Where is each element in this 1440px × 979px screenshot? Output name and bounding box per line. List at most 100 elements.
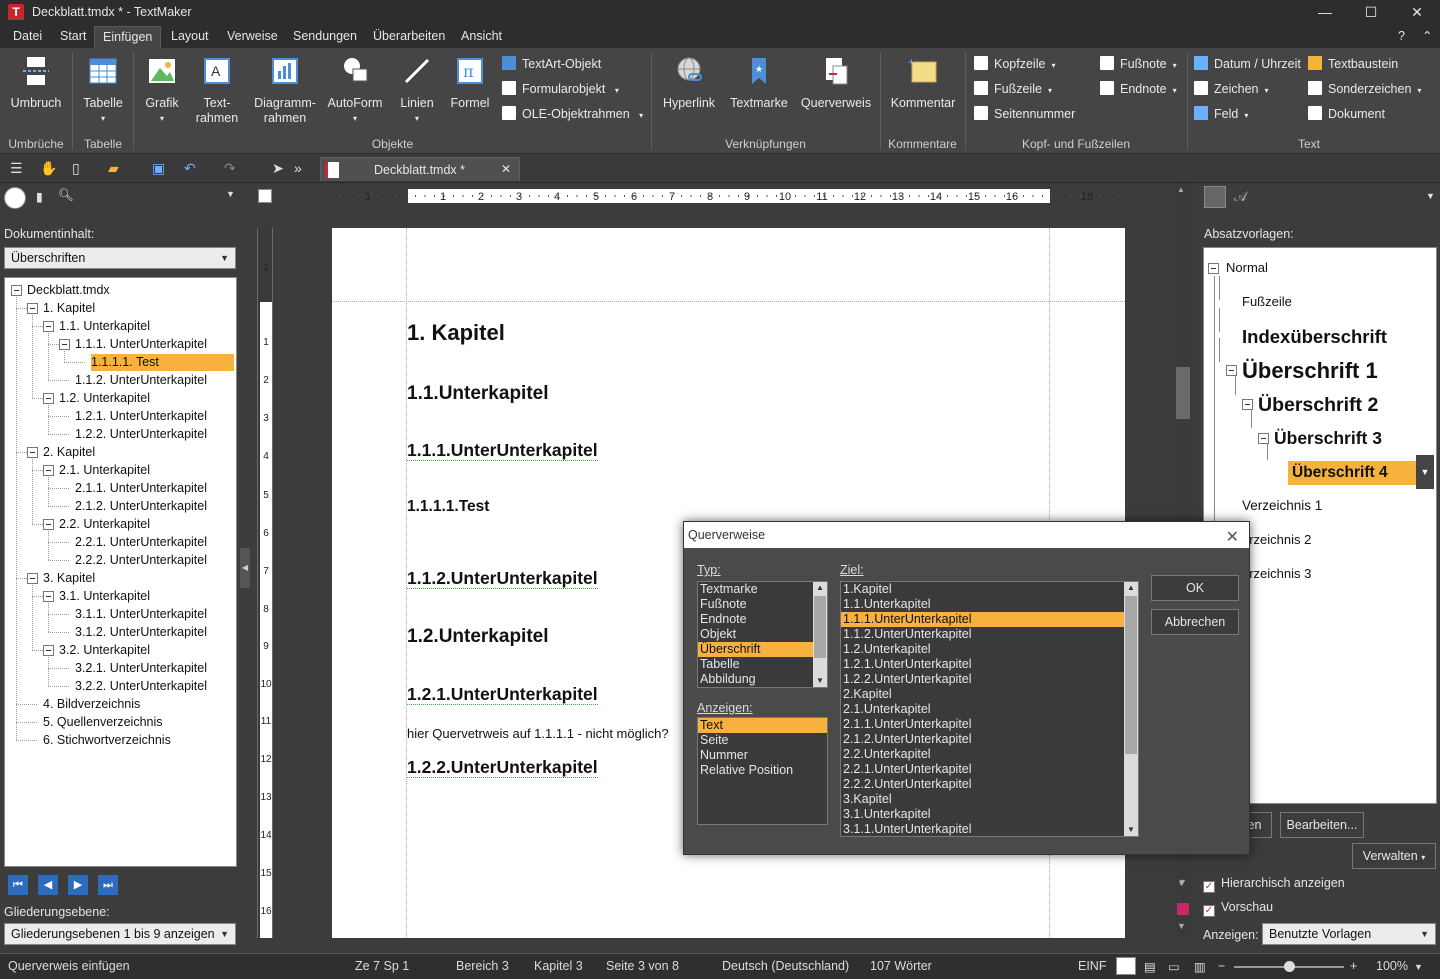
list-item[interactable]: 3.1.Unterkapitel: [841, 807, 1124, 822]
style-item[interactable]: erzeichnis 2: [1242, 532, 1311, 547]
panel-collapse-handle[interactable]: ◀: [240, 548, 250, 588]
document-heading[interactable]: 1.2.2.UnterUnterkapitel: [407, 757, 598, 778]
document-heading[interactable]: 1.1.2.UnterUnterkapitel: [407, 568, 598, 589]
outline-item[interactable]: 1.2.1. UnterUnterkapitel: [75, 408, 207, 425]
collapse-icon[interactable]: [43, 519, 54, 530]
list-item[interactable]: 1.1.2.UnterUnterkapitel: [841, 627, 1124, 642]
status-sprache[interactable]: Deutsch (Deutschland): [722, 959, 849, 973]
maximize-button[interactable]: ☐: [1348, 0, 1394, 26]
list-item[interactable]: Abbildung: [698, 672, 813, 687]
zeichen-button[interactable]: Zeichen ▾: [1194, 79, 1269, 99]
style-item[interactable]: erzeichnis 3: [1242, 566, 1311, 581]
list-item[interactable]: 1.2.1.UnterUnterkapitel: [841, 657, 1124, 672]
textrahmen-button[interactable]: A Text-rahmen: [192, 54, 242, 126]
menu-ansicht[interactable]: Ansicht: [453, 26, 510, 48]
content-filter-select[interactable]: Überschriften ▼: [4, 247, 236, 269]
kommentar-button[interactable]: + Kommentar: [886, 54, 960, 111]
hamburger-icon[interactable]: ☰: [10, 160, 23, 177]
list-item[interactable]: Nummer: [698, 748, 827, 763]
formularobjekt-button[interactable]: Formularobjekt ▾: [502, 79, 619, 99]
nav-first-button[interactable]: ⏮: [8, 875, 28, 895]
document-heading[interactable]: 1.1.1.1.Test: [407, 498, 489, 516]
open-folder-icon[interactable]: ▰: [108, 160, 119, 177]
document-heading[interactable]: 1.1.1.UnterUnterkapitel: [407, 440, 598, 461]
next-page-icon[interactable]: ▼: [1177, 921, 1186, 931]
seitennummer-button[interactable]: Seitennummer: [974, 104, 1075, 124]
menu-datei[interactable]: Datei: [5, 26, 50, 48]
style-item[interactable]: Fußzeile: [1242, 294, 1292, 309]
view-page-icon[interactable]: ▭: [1168, 959, 1180, 974]
list-item[interactable]: 1.1.1.UnterUnterkapitel: [841, 612, 1124, 627]
umbruch-button[interactable]: Umbruch: [6, 54, 66, 111]
collapse-icon[interactable]: [27, 447, 38, 458]
list-item[interactable]: 1.Kapitel: [841, 582, 1124, 597]
list-item[interactable]: Relative Position: [698, 763, 827, 778]
expand-options-icon[interactable]: ▼: [1178, 877, 1187, 887]
panel-menu-chevron-icon[interactable]: ▼: [226, 189, 235, 199]
sonderzeichen-button[interactable]: Sonderzeichen ▾: [1308, 79, 1421, 99]
verwalten-button[interactable]: Verwalten ▾: [1352, 843, 1436, 869]
textart-button[interactable]: TextArt-Objekt: [502, 54, 601, 74]
outline-item[interactable]: 1.2. Unterkapitel: [59, 390, 150, 407]
bearbeiten-button[interactable]: Bearbeiten...: [1280, 812, 1364, 838]
document-heading[interactable]: 1.2.Unterkapitel: [407, 626, 549, 648]
fusszeile-button[interactable]: Fußzeile ▾: [974, 79, 1052, 99]
list-item[interactable]: 2.2.2.UnterUnterkapitel: [841, 777, 1124, 792]
collapse-icon[interactable]: [1258, 433, 1269, 444]
list-item[interactable]: Tabelle: [698, 657, 813, 672]
collapse-icon[interactable]: [43, 393, 54, 404]
close-button[interactable]: ✕: [1394, 0, 1440, 26]
compass-icon[interactable]: [4, 187, 26, 209]
zoom-level[interactable]: 100%: [1376, 959, 1408, 973]
ok-button[interactable]: OK: [1151, 575, 1239, 601]
anzeigen-select[interactable]: Benutzte Vorlagen ▼: [1262, 923, 1436, 945]
list-item[interactable]: 2.2.1.UnterUnterkapitel: [841, 762, 1124, 777]
view-master-icon[interactable]: ▥: [1194, 959, 1206, 974]
collapse-icon[interactable]: [43, 591, 54, 602]
list-item[interactable]: Textmarke: [698, 582, 813, 597]
list-item[interactable]: 2.2.Unterkapitel: [841, 747, 1124, 762]
tabelle-button[interactable]: Tabelle ▾: [78, 54, 128, 126]
collapse-icon[interactable]: [43, 465, 54, 476]
feld-button[interactable]: Feld ▾: [1194, 104, 1248, 124]
zoom-in-icon[interactable]: +: [1350, 959, 1357, 973]
list-item[interactable]: Objekt: [698, 627, 813, 642]
document-heading[interactable]: 1. Kapitel: [407, 320, 505, 346]
redo-icon[interactable]: ↷: [224, 160, 236, 177]
view-normal-icon[interactable]: [1116, 957, 1136, 975]
tab-stop-selector[interactable]: [258, 189, 272, 203]
list-item[interactable]: 2.1.Unterkapitel: [841, 702, 1124, 717]
list-item[interactable]: 1.2.2.UnterUnterkapitel: [841, 672, 1124, 687]
scroll-up-icon[interactable]: ▲: [1177, 185, 1185, 194]
datum-button[interactable]: Datum / Uhrzeit: [1194, 54, 1301, 74]
new-file-icon[interactable]: ▯: [72, 160, 80, 177]
collapse-icon[interactable]: [43, 645, 54, 656]
linien-button[interactable]: Linien ▾: [394, 54, 440, 126]
list-item[interactable]: 3.1.1.UnterUnterkapitel: [841, 822, 1124, 836]
menu-sendungen[interactable]: Sendungen: [285, 26, 365, 48]
outline-item[interactable]: 1.1.1.1. Test: [91, 354, 234, 371]
style-dropdown-icon[interactable]: ▼: [1416, 455, 1434, 489]
menu-layout[interactable]: Layout: [163, 26, 217, 48]
nav-last-button[interactable]: ⏭: [98, 875, 118, 895]
autoform-button[interactable]: AutoForm ▾: [326, 54, 384, 126]
anzeigen-list[interactable]: Text Seite Nummer Relative Position: [697, 717, 828, 825]
view-outline-icon[interactable]: ▤: [1144, 959, 1156, 974]
list-item[interactable]: 3.Kapitel: [841, 792, 1124, 807]
ziel-list[interactable]: 1.Kapitel 1.1.Unterkapitel 1.1.1.UnterUnte…: [840, 581, 1139, 837]
outline-item[interactable]: 2.1. Unterkapitel: [59, 462, 150, 479]
collapse-icon[interactable]: [1226, 365, 1237, 376]
document-tab[interactable]: Deckblatt.tmdx * ✕: [320, 157, 520, 181]
paragraph-style-icon[interactable]: [1204, 186, 1226, 208]
zoom-menu-icon[interactable]: ▼: [1414, 962, 1423, 972]
grafik-button[interactable]: Grafik ▾: [138, 54, 186, 126]
outline-item[interactable]: 2.1.2. UnterUnterkapitel: [75, 498, 207, 515]
menu-verweise[interactable]: Verweise: [219, 26, 286, 48]
save-icon[interactable]: ▣: [152, 160, 165, 177]
endnote-button[interactable]: Endnote ▾: [1100, 79, 1177, 99]
list-item[interactable]: 2.1.1.UnterUnterkapitel: [841, 717, 1124, 732]
list-item[interactable]: Endnote: [698, 612, 813, 627]
style-item[interactable]: Überschrift 1: [1242, 358, 1378, 384]
menu-einfuegen[interactable]: Einfügen: [94, 26, 162, 48]
style-item[interactable]: Verzeichnis 1: [1242, 498, 1322, 513]
